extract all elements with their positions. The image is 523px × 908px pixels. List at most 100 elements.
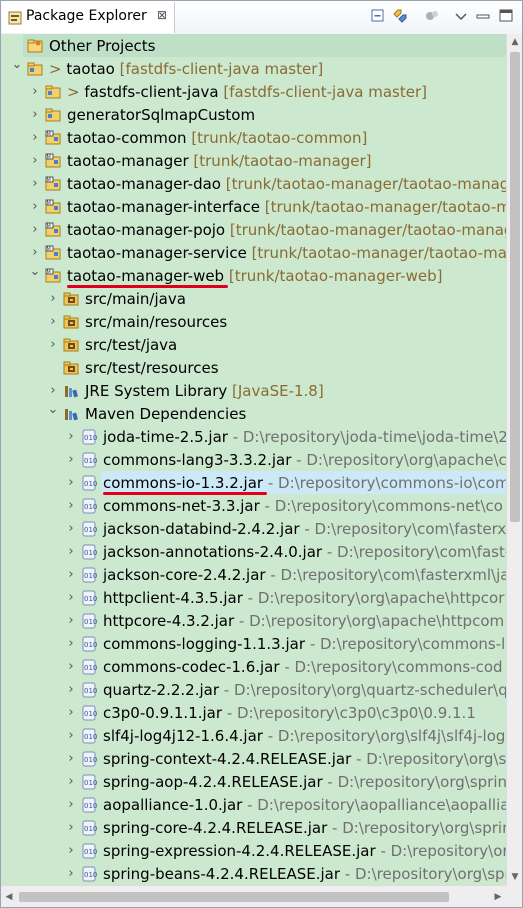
expand-chevron-icon[interactable]: › xyxy=(27,241,43,264)
dependency-jar-row[interactable]: › 010 commons-io-1.3.2.jar - D:\repository… xyxy=(1,471,506,494)
maven-project-icon: M xyxy=(45,222,61,237)
tree-row[interactable]: › > fastdfs-client-java [fastdfs-client-j… xyxy=(1,80,506,103)
expand-chevron-icon[interactable]: › xyxy=(45,333,61,356)
expand-chevron-icon[interactable]: › xyxy=(63,747,79,770)
dependency-jar-row[interactable]: › 010 spring-expression-4.2.4.RELEASE.jar … xyxy=(1,839,506,862)
expand-chevron-icon[interactable]: › xyxy=(63,609,79,632)
expand-chevron-icon[interactable]: › xyxy=(63,793,79,816)
dependency-jar-row[interactable]: › 010 spring-beans-4.2.4.RELEASE.jar - D:\… xyxy=(1,862,506,885)
tree-row[interactable]: › Mtaotao-manager-interface [trunk/taotao… xyxy=(1,195,506,218)
dependency-jar-row[interactable]: › 010 spring-context-4.2.4.RELEASE.jar - D… xyxy=(1,747,506,770)
scroll-right-icon[interactable]: ▶ xyxy=(490,889,506,905)
dependency-jar-row[interactable]: › 010 commons-lang3-3.3.2.jar - D:\reposit… xyxy=(1,448,506,471)
expand-chevron-icon[interactable]: › xyxy=(63,517,79,540)
scroll-down-icon[interactable]: ▼ xyxy=(507,869,522,885)
expand-chevron-icon[interactable]: › xyxy=(27,80,43,103)
collapse-chevron-icon[interactable]: ⌄ xyxy=(27,264,43,287)
scroll-left-icon[interactable]: ◀ xyxy=(1,889,17,905)
dependency-jar-row[interactable]: › 010 slf4j-log4j12-1.6.4.jar - D:\reposit… xyxy=(1,724,506,747)
tree-row[interactable]: › src/main/resources xyxy=(1,310,506,333)
svg-text:010: 010 xyxy=(84,434,97,442)
expand-chevron-icon[interactable]: › xyxy=(63,494,79,517)
dependency-jar-row[interactable]: › 010 spring-core-4.2.4.RELEASE.jar - D:\r… xyxy=(1,816,506,839)
tree-row[interactable]: › Mtaotao-manager [trunk/taotao-manager] xyxy=(1,149,506,172)
expand-chevron-icon[interactable]: › xyxy=(63,770,79,793)
source-folder-icon xyxy=(63,338,79,352)
tree-row[interactable]: › Mtaotao-manager-service [trunk/taotao-m… xyxy=(1,241,506,264)
expand-chevron-icon[interactable]: › xyxy=(27,172,43,195)
dependency-jar-row[interactable]: › 010 jackson-databind-2.4.2.jar - D:\repo… xyxy=(1,517,506,540)
expand-chevron-icon[interactable]: › xyxy=(45,379,61,402)
dependency-jar-row[interactable]: › 010 joda-time-2.5.jar - D:\repository\jo… xyxy=(1,425,506,448)
project-tree[interactable]: Other Projects ⌄ > taotao [fastdfs-client-… xyxy=(1,34,506,885)
jar-path: - D:\repository\org\spr xyxy=(356,750,506,768)
expand-chevron-icon[interactable]: › xyxy=(63,563,79,586)
tree-row[interactable]: Other Projects xyxy=(1,34,506,57)
tree-item-label: taotao-manager-dao xyxy=(67,175,221,193)
expand-chevron-icon[interactable]: › xyxy=(27,149,43,172)
dependency-jar-row[interactable]: › 010 quartz-2.2.2.jar - D:\repository\org… xyxy=(1,678,506,701)
minimize-icon[interactable] xyxy=(474,7,492,25)
dependency-jar-row[interactable]: › 010 spring-aop-4.2.4.RELEASE.jar - D:\re… xyxy=(1,770,506,793)
view-menu-icon[interactable] xyxy=(452,7,470,25)
expand-chevron-icon[interactable]: › xyxy=(63,632,79,655)
tree-row[interactable]: › src/test/java xyxy=(1,333,506,356)
dependency-jar-row[interactable]: › 010 httpclient-4.3.5.jar - D:\repository… xyxy=(1,586,506,609)
collapse-chevron-icon[interactable]: ⌄ xyxy=(45,402,61,425)
dependency-jar-row[interactable]: › 010 aopalliance-1.0.jar - D:\repository\… xyxy=(1,793,506,816)
vertical-scrollbar[interactable]: ▲ ▼ xyxy=(506,34,522,885)
link-with-editor-icon[interactable] xyxy=(391,7,409,25)
tree-item-label: JRE System Library xyxy=(85,382,228,400)
expand-chevron-icon[interactable]: › xyxy=(27,126,43,149)
expand-chevron-icon[interactable]: › xyxy=(63,724,79,747)
horizontal-scrollbar[interactable]: ◀ ▶ xyxy=(1,885,506,907)
tree-row[interactable]: src/test/resources xyxy=(1,356,506,379)
expand-chevron-icon[interactable]: › xyxy=(63,862,79,885)
tree-item-label: quartz-2.2.2.jar xyxy=(103,681,220,699)
close-view-icon[interactable]: ⊠ xyxy=(157,8,167,22)
tree-row[interactable]: › Mtaotao-common [trunk/taotao-common] xyxy=(1,126,506,149)
expand-chevron-icon[interactable]: › xyxy=(63,425,79,448)
collapse-all-icon[interactable] xyxy=(369,7,387,25)
package-explorer-tab[interactable]: Package Explorer ⊠ xyxy=(2,2,175,33)
tree-row[interactable]: ⌄ Maven Dependencies xyxy=(1,402,506,425)
expand-chevron-icon[interactable]: › xyxy=(63,448,79,471)
tree-row[interactable]: ⌄ > taotao [fastdfs-client-java master] xyxy=(1,57,506,80)
maximize-icon[interactable] xyxy=(497,7,515,25)
expand-chevron-icon[interactable]: › xyxy=(27,218,43,241)
expand-chevron-icon[interactable]: › xyxy=(45,287,61,310)
expand-chevron-icon[interactable]: › xyxy=(27,195,43,218)
dependency-jar-row[interactable]: › 010 commons-codec-1.6.jar - D:\repositor… xyxy=(1,655,506,678)
dependency-jar-row[interactable]: › 010 c3p0-0.9.1.1.jar - D:\repository\c3p… xyxy=(1,701,506,724)
scroll-up-icon[interactable]: ▲ xyxy=(507,34,522,50)
expand-chevron-icon[interactable]: › xyxy=(63,816,79,839)
expand-chevron-icon[interactable]: › xyxy=(63,586,79,609)
horizontal-scroll-thumb[interactable] xyxy=(19,892,449,902)
vertical-scroll-thumb[interactable] xyxy=(510,52,520,522)
dependency-jar-row[interactable]: › 010 jackson-core-2.4.2.jar - D:\reposito… xyxy=(1,563,506,586)
tree-row[interactable]: › src/main/java xyxy=(1,287,506,310)
dependency-jar-row[interactable]: › 010 httpcore-4.3.2.jar - D:\repository\o… xyxy=(1,609,506,632)
tree-item-label: commons-codec-1.6.jar xyxy=(103,658,280,676)
tree-row[interactable]: › Mtaotao-manager-dao [trunk/taotao-manag… xyxy=(1,172,506,195)
expand-chevron-icon[interactable]: › xyxy=(63,701,79,724)
dependency-jar-row[interactable]: › 010 commons-logging-1.1.3.jar - D:\repos… xyxy=(1,632,506,655)
collapse-chevron-icon[interactable]: ⌄ xyxy=(9,57,25,80)
expand-chevron-icon[interactable]: › xyxy=(63,839,79,862)
expand-chevron-icon[interactable]: › xyxy=(63,678,79,701)
tree-row[interactable]: › generatorSqlmapCustom xyxy=(1,103,506,126)
expand-chevron-icon[interactable]: › xyxy=(63,655,79,678)
tree-row[interactable]: › JRE System Library [JavaSE-1.8] xyxy=(1,379,506,402)
tree-row[interactable]: › Mtaotao-manager-pojo [trunk/taotao-mana… xyxy=(1,218,506,241)
expand-chevron-icon[interactable]: › xyxy=(45,310,61,333)
expand-chevron-icon[interactable]: › xyxy=(27,103,43,126)
jar-icon: 010 xyxy=(82,429,97,445)
filters-icon[interactable] xyxy=(423,7,441,25)
jar-icon: 010 xyxy=(82,636,97,652)
expand-chevron-icon[interactable]: › xyxy=(63,471,79,494)
expand-chevron-icon[interactable]: › xyxy=(63,540,79,563)
dependency-jar-row[interactable]: › 010 jackson-annotations-2.4.0.jar - D:\r… xyxy=(1,540,506,563)
svg-text:010: 010 xyxy=(84,526,97,534)
tree-row[interactable]: ⌄ Mtaotao-manager-web [trunk/taotao-manag… xyxy=(1,264,506,287)
dependency-jar-row[interactable]: › 010 commons-net-3.3.jar - D:\repository\… xyxy=(1,494,506,517)
